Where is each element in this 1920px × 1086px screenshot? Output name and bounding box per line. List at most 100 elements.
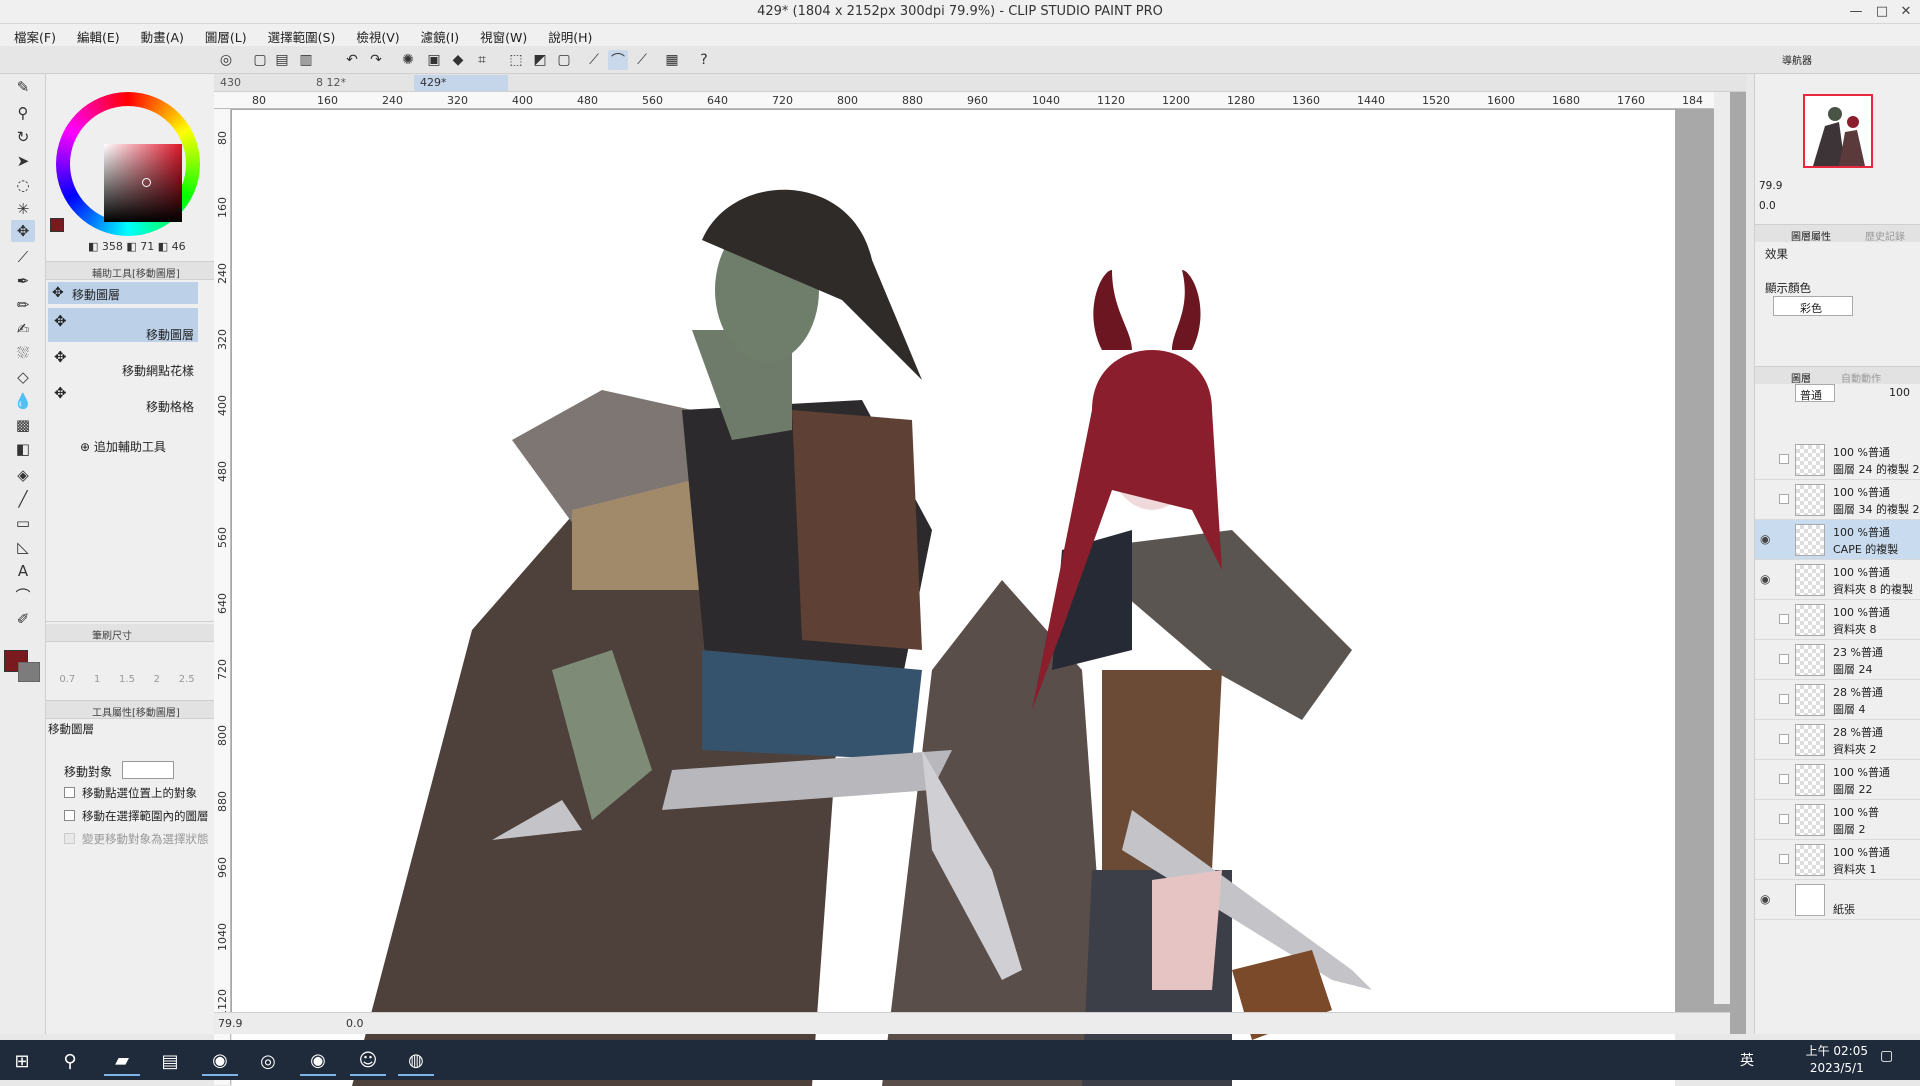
menu-selection[interactable]: 選擇範圍(S) (268, 24, 346, 46)
menu-filter[interactable]: 濾鏡(I) (421, 24, 469, 46)
fill-icon[interactable]: ◆ (448, 50, 468, 70)
eraser-icon[interactable]: ◇ (11, 366, 35, 388)
brush-size-option[interactable]: 1.5 (119, 674, 135, 685)
pencil-icon[interactable]: ✏ (11, 294, 35, 316)
eye-icon[interactable]: ◉ (1760, 532, 1770, 546)
snap-ruler-icon[interactable]: ⟋ (584, 50, 604, 70)
layer-row-folder[interactable]: 100 %普通 資料夾 8 (1755, 600, 1920, 640)
magic-wand-icon[interactable]: ✳ (11, 198, 35, 220)
eye-icon[interactable]: ◉ (1760, 892, 1770, 906)
hue-ring[interactable] (56, 92, 200, 236)
snap-special-ruler-icon[interactable]: ⌒ (608, 50, 628, 70)
move-tool-icon[interactable]: ✥ (11, 220, 35, 242)
clip-studio-paint-icon[interactable]: ◉ (300, 1046, 336, 1076)
menu-edit[interactable]: 編輯(E) (77, 24, 130, 46)
brush-size-option[interactable]: 2 (154, 674, 160, 685)
close-button[interactable]: ✕ (1896, 2, 1916, 22)
save-icon[interactable]: ▥ (296, 50, 316, 70)
move-target-select[interactable] (122, 761, 174, 779)
ruler-tool-icon[interactable]: ◺ (11, 536, 35, 558)
file-explorer-icon[interactable]: ▤ (152, 1046, 188, 1076)
blend-mode-select[interactable]: 普通 (1795, 384, 1835, 402)
clip-studio-icon[interactable]: ◎ (216, 50, 236, 70)
layers-tab[interactable]: 圖層 (1791, 370, 1811, 385)
option-checkbox[interactable] (64, 787, 75, 798)
text-tool-icon[interactable]: A (11, 560, 35, 582)
brush-size-option[interactable]: 0.7 (59, 674, 75, 685)
subtool-move-tone[interactable]: ✥ 移動網點花樣 (48, 344, 198, 378)
doc-tab-active[interactable]: 429* (414, 75, 508, 91)
layer-row[interactable]: 100 %普通 圖層 22 (1755, 760, 1920, 800)
subtool-group[interactable]: ✥ 移動圖層 (48, 282, 198, 304)
eye-icon[interactable]: ◉ (1760, 572, 1770, 586)
doc-tab[interactable]: 430 (214, 75, 300, 91)
frame-tool-icon[interactable]: ▭ (11, 512, 35, 534)
balloon-tool-icon[interactable]: ⌒ (11, 584, 35, 606)
pen-nib-icon[interactable]: ✒ (11, 270, 35, 292)
object-tool-icon[interactable]: ➤ (11, 150, 35, 172)
ime-indicator[interactable]: 英 (1740, 1050, 1754, 1070)
eyedropper-icon[interactable]: ⟋ (11, 246, 35, 268)
app-icon[interactable]: ◍ (398, 1046, 434, 1076)
airbrush-icon[interactable]: ⛆ (11, 342, 35, 364)
pen-tool-icon[interactable]: ✎ (11, 76, 35, 98)
option-checkbox[interactable] (64, 833, 75, 844)
help-icon[interactable]: ? (694, 50, 714, 70)
layer-row[interactable]: 28 %普通 圖層 4 (1755, 680, 1920, 720)
lasso-tool-icon[interactable]: ◌ (11, 174, 35, 196)
clear-icon[interactable]: ▣ (424, 50, 444, 70)
menu-file[interactable]: 檔案(F) (14, 24, 66, 46)
navigator-title[interactable]: 導航器 (1782, 52, 1812, 67)
subtool-move-layer[interactable]: ✥ 移動圖層 (48, 308, 198, 342)
menu-window[interactable]: 視窗(W) (480, 24, 537, 46)
brush-size-option[interactable]: 2.5 (179, 674, 195, 685)
correction-tool-icon[interactable]: ✐ (11, 608, 35, 630)
notification-icon[interactable]: ▢ (1880, 1048, 1893, 1064)
canvas-paper[interactable] (232, 110, 1675, 1086)
line-tool-icon[interactable]: ╱ (11, 488, 35, 510)
add-subtool-button[interactable]: ⊕ 追加輔助工具 (80, 438, 166, 455)
layer-row[interactable]: ◉ 100 %普通 資料夾 8 的複製 (1755, 560, 1920, 600)
doc-tab[interactable]: 8 12* (310, 75, 406, 91)
layer-row[interactable]: 100 %普通 圖層 24 的複製 2 (1755, 440, 1920, 480)
clock[interactable]: 上午 02:05 2023/5/1 (1806, 1043, 1868, 1077)
minimize-button[interactable]: — (1846, 2, 1866, 22)
maximize-button[interactable]: □ (1872, 2, 1892, 22)
layer-row-folder[interactable]: 100 %普通 資料夾 1 (1755, 840, 1920, 880)
display-color-select[interactable]: 彩色 (1773, 296, 1853, 316)
zoom-tool-icon[interactable]: ⚲ (11, 102, 35, 124)
snap-grid-icon[interactable]: ⟋ (632, 50, 652, 70)
redo-icon[interactable]: ↷ (366, 50, 386, 70)
vertical-scrollbar[interactable] (1714, 92, 1730, 1004)
status-zoom[interactable]: 79.9 (218, 1017, 243, 1030)
brush-size-option[interactable]: 1 (94, 674, 100, 685)
gradient-icon[interactable]: ◧ (11, 438, 35, 460)
menu-animation[interactable]: 動畫(A) (141, 24, 194, 46)
layer-row[interactable]: 23 %普通 圖層 24 (1755, 640, 1920, 680)
sticky-notes-icon[interactable]: ▰ (104, 1046, 140, 1076)
select-none-icon[interactable]: ⬚ (506, 50, 526, 70)
crop-icon[interactable]: ⌗ (472, 50, 492, 70)
subtool-move-grid[interactable]: ✥ 移動格格 (48, 380, 198, 414)
chrome-icon[interactable]: ◉ (202, 1046, 238, 1076)
brush-icon[interactable]: ✍ (11, 318, 35, 340)
main-color-mini[interactable] (50, 218, 64, 232)
new-file-icon[interactable]: ▢ (250, 50, 270, 70)
layer-opacity[interactable]: 100 (1889, 386, 1910, 399)
menu-view[interactable]: 檢視(V) (356, 24, 409, 46)
open-file-icon[interactable]: ▤ (272, 50, 292, 70)
layer-property-tab[interactable]: 圖層屬性 (1791, 228, 1831, 243)
invert-selection-icon[interactable]: ◩ (530, 50, 550, 70)
navigator-angle[interactable]: 0.0 (1759, 200, 1776, 212)
layer-row-folder[interactable]: 28 %普通 資料夾 2 (1755, 720, 1920, 760)
layer-row[interactable]: 100 %普 圖層 2 (1755, 800, 1920, 840)
sub-color-swatch[interactable] (18, 662, 40, 682)
navigator-thumbnail[interactable] (1803, 94, 1873, 168)
rotate-tool-icon[interactable]: ↻ (11, 126, 35, 148)
selection-border-icon[interactable]: ▢ (554, 50, 574, 70)
loading-icon[interactable]: ✺ (398, 50, 418, 70)
menu-layer[interactable]: 圖層(L) (205, 24, 257, 46)
auto-action-tab[interactable]: 自動動作 (1841, 370, 1881, 385)
discord-icon[interactable]: ☺ (350, 1046, 386, 1076)
blend-icon[interactable]: 💧 (11, 390, 35, 412)
